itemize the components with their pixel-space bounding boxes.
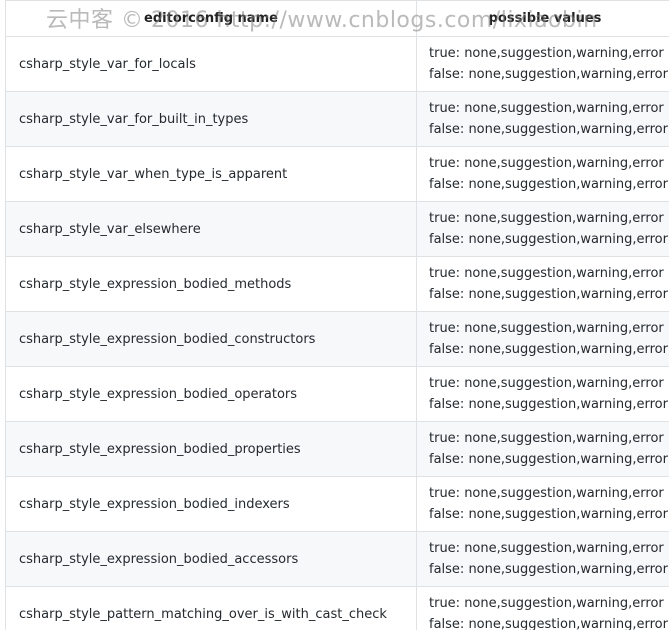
true-values-text: true: none,suggestion,warning,error , — [429, 541, 669, 556]
table-row: csharp_style_var_for_built_in_types true:… — [5, 91, 669, 147]
possible-values-cell: true: none,suggestion,warning,error , fal… — [416, 256, 669, 312]
setting-name-cell: csharp_style_pattern_matching_over_is_wi… — [5, 586, 417, 630]
false-values-text: false: none,suggestion,warning,error — [429, 397, 668, 412]
possible-values-cell: true: none,suggestion,warning,error , fal… — [416, 146, 669, 202]
possible-values-cell: true: none,suggestion,warning,error , fal… — [416, 421, 669, 477]
false-values-text: false: none,suggestion,warning,error — [429, 452, 668, 467]
false-values-text: false: none,suggestion,warning,error — [429, 287, 668, 302]
possible-values-cell: true: none,suggestion,warning,error , fal… — [416, 476, 669, 532]
true-values-text: true: none,suggestion,warning,error , — [429, 486, 669, 501]
setting-name-cell: csharp_style_expression_bodied_indexers — [5, 476, 417, 532]
setting-name-cell: csharp_style_expression_bodied_propertie… — [5, 421, 417, 477]
table-row: csharp_style_expression_bodied_methods tr… — [5, 256, 669, 312]
table-row: csharp_style_expression_bodied_accessors… — [5, 531, 669, 587]
table-row: csharp_style_var_elsewhere true: none,sug… — [5, 201, 669, 257]
true-values-text: true: none,suggestion,warning,error , — [429, 596, 669, 611]
true-values-text: true: none,suggestion,warning,error , — [429, 156, 669, 171]
false-values-text: false: none,suggestion,warning,error — [429, 562, 668, 577]
page: editorconfig name possible values csharp… — [0, 0, 669, 630]
table-row: csharp_style_var_when_type_is_apparent tr… — [5, 146, 669, 202]
editorconfig-table: editorconfig name possible values csharp… — [5, 0, 669, 630]
header-editorconfig-name: editorconfig name — [5, 0, 417, 37]
setting-name-cell: csharp_style_expression_bodied_construct… — [5, 311, 417, 367]
false-values-text: false: none,suggestion,warning,error — [429, 232, 668, 247]
table-header-row: editorconfig name possible values — [5, 0, 669, 37]
false-values-text: false: none,suggestion,warning,error — [429, 507, 668, 522]
possible-values-cell: true: none,suggestion,warning,error , fal… — [416, 36, 669, 92]
table-row: csharp_style_expression_bodied_indexers t… — [5, 476, 669, 532]
true-values-text: true: none,suggestion,warning,error , — [429, 46, 669, 61]
header-possible-values: possible values — [416, 0, 669, 37]
false-values-text: false: none,suggestion,warning,error — [429, 617, 668, 630]
possible-values-cell: true: none,suggestion,warning,error , fal… — [416, 531, 669, 587]
table-row: csharp_style_expression_bodied_propertie… — [5, 421, 669, 477]
setting-name-cell: csharp_style_var_when_type_is_apparent — [5, 146, 417, 202]
table-row: csharp_style_pattern_matching_over_is_wi… — [5, 586, 669, 630]
possible-values-cell: true: none,suggestion,warning,error , fal… — [416, 201, 669, 257]
true-values-text: true: none,suggestion,warning,error , — [429, 211, 669, 226]
setting-name-cell: csharp_style_expression_bodied_operators — [5, 366, 417, 422]
true-values-text: true: none,suggestion,warning,error , — [429, 431, 669, 446]
setting-name-cell: csharp_style_var_elsewhere — [5, 201, 417, 257]
true-values-text: true: none,suggestion,warning,error , — [429, 321, 669, 336]
setting-name-cell: csharp_style_var_for_locals — [5, 36, 417, 92]
setting-name-cell: csharp_style_expression_bodied_accessors — [5, 531, 417, 587]
false-values-text: false: none,suggestion,warning,error — [429, 177, 668, 192]
false-values-text: false: none,suggestion,warning,error — [429, 122, 668, 137]
setting-name-cell: csharp_style_expression_bodied_methods — [5, 256, 417, 312]
table-row: csharp_style_expression_bodied_operators… — [5, 366, 669, 422]
true-values-text: true: none,suggestion,warning,error , — [429, 376, 669, 391]
true-values-text: true: none,suggestion,warning,error , — [429, 266, 669, 281]
possible-values-cell: true: none,suggestion,warning,error , fal… — [416, 586, 669, 630]
table-row: csharp_style_var_for_locals true: none,su… — [5, 36, 669, 92]
false-values-text: false: none,suggestion,warning,error — [429, 342, 668, 357]
possible-values-cell: true: none,suggestion,warning,error , fal… — [416, 366, 669, 422]
setting-name-cell: csharp_style_var_for_built_in_types — [5, 91, 417, 147]
table-row: csharp_style_expression_bodied_construct… — [5, 311, 669, 367]
possible-values-cell: true: none,suggestion,warning,error , fal… — [416, 91, 669, 147]
false-values-text: false: none,suggestion,warning,error — [429, 67, 668, 82]
true-values-text: true: none,suggestion,warning,error , — [429, 101, 669, 116]
possible-values-cell: true: none,suggestion,warning,error , fal… — [416, 311, 669, 367]
